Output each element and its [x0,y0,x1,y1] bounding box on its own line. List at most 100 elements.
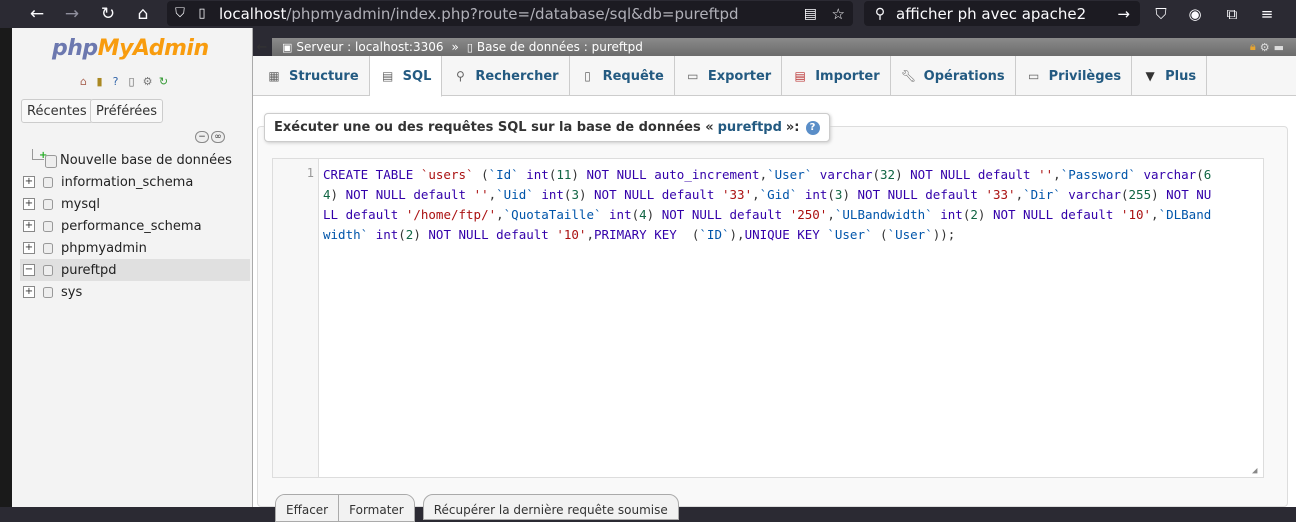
collapse-nav-arrow-icon[interactable]: ← [253,38,271,56]
db-item-performance-schema[interactable]: + performance_schema [20,215,250,237]
search-text: afficher ph avec apache2 [896,4,1087,23]
tab-label: Structure [289,68,359,84]
new-database-label: Nouvelle base de données [60,152,232,168]
expand-icon[interactable]: + [23,198,35,210]
menu-icon[interactable]: ≡ [1255,2,1279,26]
help-icon[interactable]: ? [805,120,820,135]
sql-panel-db-link[interactable]: pureftpd [718,120,782,135]
help-icon[interactable]: ? [109,75,122,88]
editor-buttons: Effacer Formater Récupérer la dernière r… [275,494,679,522]
account-icon[interactable]: ◉ [1183,2,1207,26]
phpmyadmin-logo[interactable]: phpMyAdmin [52,36,209,61]
db-label: sys [61,284,83,300]
forward-arrow-icon[interactable]: → [59,2,85,26]
favorite-tables-button[interactable]: Préférées [90,99,164,123]
logo-myadmin: MyAdmin [97,36,209,61]
lock-icon[interactable]: 🔒︎ [1250,40,1256,54]
sql-code[interactable]: CREATE TABLE `users` (`Id` int(11) NOT N… [323,165,1213,245]
shield-icon: ⛉ [175,6,185,21]
db-label: phpmyadmin [61,240,147,256]
reload-nav-icon[interactable]: ↻ [157,75,170,88]
tab-label: Exporter [707,68,772,84]
recent-tables-button[interactable]: Récentes [21,99,93,123]
logout-icon[interactable]: ▮ [93,75,106,88]
clear-button[interactable]: Effacer [276,495,339,521]
breadcrumb-database[interactable]: Base de données : pureftpd [477,40,643,54]
search-icon: ⚲ [455,69,465,83]
tab-more[interactable]: ▼ Plus [1132,56,1208,96]
breadcrumb-separator: » [451,40,459,54]
format-button[interactable]: Formater [338,495,414,521]
tab-privileges[interactable]: ▭ Privilèges [1016,56,1133,96]
expand-icon[interactable]: + [23,286,35,298]
tab-label: Importer [815,68,880,84]
url-path: /phpmyadmin/index.php?route=/database/sq… [286,4,739,23]
minimize-icon[interactable]: ▬ [1274,41,1284,54]
page-info-icon[interactable]: ▯ [191,6,213,21]
sql-icon: ▤ [381,69,394,83]
sql-panel-title-text: Exécuter une ou des requêtes SQL sur la … [274,120,714,135]
database-tree: Nouvelle base de données + information_s… [20,149,250,303]
tab-label: Rechercher [475,68,559,84]
reload-icon[interactable]: ↻ [95,2,121,26]
database-icon [43,198,53,210]
breadcrumb: ▣ Serveur : localhost:3306 » ▯ Base de d… [272,38,1296,56]
pocket-icon[interactable]: ⛉ [1149,2,1173,26]
link-with-main-icon[interactable]: ∞ [211,131,225,143]
search-icon: ⚲ [874,5,886,22]
tab-structure[interactable]: ▦ Structure [256,56,370,96]
reader-view-icon[interactable]: ▤ [804,6,817,22]
home-icon[interactable]: ⌂ [130,2,156,26]
expand-icon[interactable]: + [23,220,35,232]
database-icon [43,220,53,232]
breadcrumb-server[interactable]: Serveur : localhost:3306 [296,40,443,54]
db-label: mysql [61,196,100,212]
tab-label: Requête [602,68,664,84]
tab-label: SQL [402,68,432,84]
tab-sql[interactable]: ▤ SQL [369,56,443,97]
new-database-item[interactable]: Nouvelle base de données [20,149,250,171]
tab-operations[interactable]: 🔧︎ Opérations [891,56,1016,96]
db-item-information-schema[interactable]: + information_schema [20,171,250,193]
db-item-mysql[interactable]: + mysql [20,193,250,215]
collapse-all-icon[interactable]: − [195,131,209,143]
resize-handle-icon[interactable]: ◢ [1252,466,1261,476]
settings-gear-icon[interactable]: ⚙ [1260,41,1270,54]
new-database-icon [39,150,57,168]
db-item-phpmyadmin[interactable]: + phpmyadmin [20,237,250,259]
expand-icon[interactable]: + [23,242,35,254]
settings-gear-icon[interactable]: ⚙ [141,75,154,88]
sql-query-editor[interactable]: 1 CREATE TABLE `users` (`Id` int(11) NOT… [272,158,1264,478]
sql-panel-title: Exécuter une ou des requêtes SQL sur la … [264,113,830,142]
tab-import[interactable]: ▤ Importer [782,56,891,96]
tree-controls: − ∞ [195,131,225,143]
database-icon [43,242,53,254]
sql-panel-title-end: »: [785,120,800,135]
tab-export[interactable]: ▭ Exporter [675,56,783,96]
browser-toolbar: ← → ↻ ⌂ ⛉ ▯ localhost/phpmyadmin/index.p… [0,0,1296,28]
db-label: pureftpd [61,262,117,278]
navigation-panel: phpMyAdmin ⌂ ▮ ? ▯ ⚙ ↻ Récentes Préférée… [12,28,253,507]
home-icon[interactable]: ⌂ [77,75,90,88]
tab-label: Plus [1165,68,1197,84]
search-bar[interactable]: ⚲ afficher ph avec apache2 → [864,1,1140,26]
go-arrow-icon[interactable]: → [1117,5,1130,23]
extensions-icon[interactable]: ⧉ [1220,2,1244,26]
back-arrow-icon[interactable]: ← [24,2,50,26]
address-bar[interactable]: ⛉ ▯ localhost/phpmyadmin/index.php?route… [167,1,853,26]
expand-icon[interactable]: + [23,176,35,188]
docs-icon[interactable]: ▯ [125,75,138,88]
get-last-query-button[interactable]: Récupérer la dernière requête soumise [422,494,679,520]
db-item-pureftpd[interactable]: − pureftpd [20,259,250,281]
collapse-icon[interactable]: − [23,264,35,276]
main-content: ▦ Structure ▤ SQL ⚲ Rechercher ▯ Requête ▭ Ex… [253,56,1296,522]
line-gutter: 1 [273,159,319,477]
bookmark-star-icon[interactable]: ☆ [832,5,845,23]
database-small-icon: ▯ [466,40,473,54]
clear-format-group: Effacer Formater [275,494,415,522]
database-icon [43,176,53,188]
tab-query[interactable]: ▯ Requête [570,56,675,96]
tab-search[interactable]: ⚲ Rechercher [442,56,570,96]
db-item-sys[interactable]: + sys [20,281,250,303]
query-icon: ▯ [584,69,591,83]
